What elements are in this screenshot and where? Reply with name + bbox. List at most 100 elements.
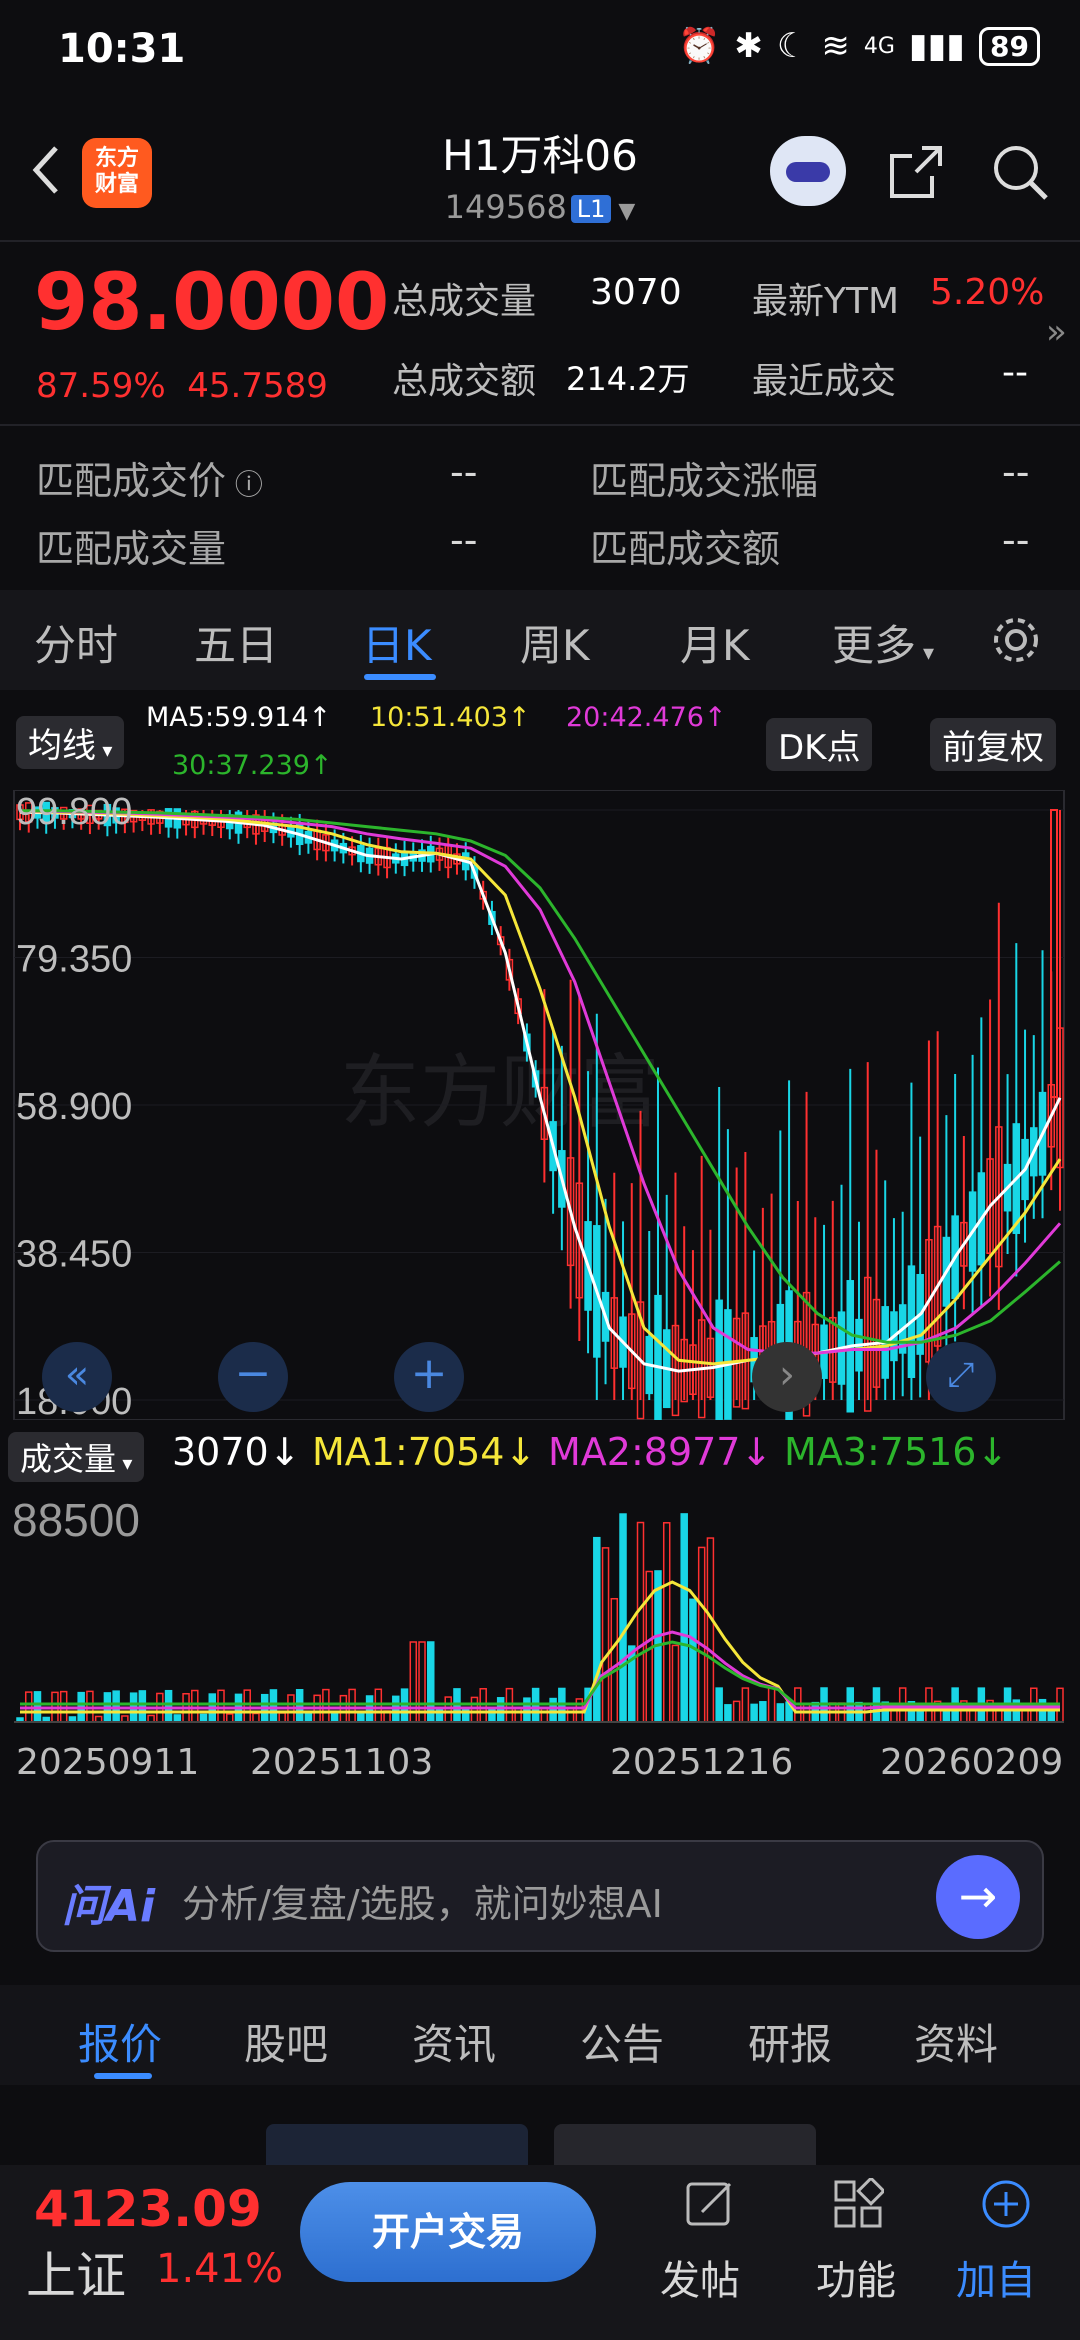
level-badge: L1 bbox=[570, 195, 612, 223]
volume-bar bbox=[496, 1697, 505, 1723]
candle-body bbox=[1050, 809, 1058, 1099]
tab-intraday[interactable]: 分时 bbox=[34, 612, 118, 673]
volume-bar bbox=[619, 1513, 627, 1723]
network-label: 4G bbox=[863, 33, 895, 59]
adjust-mode-button[interactable]: 前复权 bbox=[930, 718, 1056, 771]
last-price: 98.0000 bbox=[34, 258, 390, 348]
function-label[interactable]: 功能 bbox=[816, 2248, 896, 2306]
volume-bar bbox=[689, 1598, 697, 1723]
dropdown-arrow-icon: ▼ bbox=[611, 199, 636, 224]
post-label[interactable]: 发帖 bbox=[660, 2248, 740, 2306]
volume-bar bbox=[523, 1697, 531, 1723]
recent-trade-label: 最近成交 bbox=[752, 361, 897, 402]
ai-input-placeholder[interactable]: 分析/复盘/选股，就问妙想AI bbox=[182, 1873, 663, 1928]
help-icon: ⓘ bbox=[226, 468, 263, 501]
wifi-icon: ≋ bbox=[821, 26, 850, 66]
tab-weekly-k[interactable]: 周K bbox=[520, 612, 590, 673]
ai-robot-icon[interactable] bbox=[770, 136, 846, 206]
share-icon[interactable] bbox=[886, 142, 946, 202]
signal-icon: ▮▮▮ bbox=[908, 26, 966, 66]
post-edit-icon[interactable] bbox=[684, 2178, 736, 2230]
subtab-forum[interactable]: 股吧 bbox=[244, 2011, 328, 2072]
ma10-value: 10:51.403↑ bbox=[370, 702, 531, 733]
volume-bar bbox=[706, 1537, 715, 1723]
bond-code: 149568 bbox=[444, 188, 567, 226]
recent-trade-value: -- bbox=[1002, 352, 1028, 393]
match-amount-value: -- bbox=[1002, 518, 1030, 562]
volume-bar bbox=[278, 1712, 286, 1723]
volume-bar bbox=[374, 1688, 383, 1723]
total-volume-value: 3070 bbox=[590, 272, 682, 313]
volume-indicator-selector[interactable]: 成交量 ▾ bbox=[8, 1432, 145, 1482]
match-price-value: -- bbox=[450, 450, 478, 494]
sub-filter-button[interactable] bbox=[554, 2124, 816, 2165]
volume-bar bbox=[593, 1536, 601, 1723]
period-tabs: 分时 五日 日K 周K 月K 更多 ▾ bbox=[0, 590, 1080, 690]
y-tick-label: 58.900 bbox=[16, 1086, 132, 1128]
date-tick: 20251216 bbox=[610, 1742, 794, 1783]
kline-chart[interactable]: 东方财富 99.80079.35058.90038.45018.000 bbox=[0, 790, 1080, 1420]
subtab-profile[interactable]: 资料 bbox=[914, 2011, 998, 2072]
volume-bar bbox=[418, 1641, 426, 1723]
bluetooth-icon: ✱ bbox=[734, 26, 763, 66]
total-amount-label: 总成交额 bbox=[392, 361, 537, 402]
volume-bar bbox=[724, 1704, 732, 1723]
volume-bar bbox=[671, 1644, 680, 1723]
tab-five-day[interactable]: 五日 bbox=[194, 612, 278, 673]
dk-point-button[interactable]: DK点 bbox=[766, 718, 873, 771]
total-amount-value: 214.2万 bbox=[566, 360, 690, 398]
volume-bar bbox=[348, 1688, 356, 1723]
ai-brand-label: 问Ai bbox=[62, 1881, 156, 1932]
zoom-in-button[interactable]: + bbox=[394, 1342, 464, 1412]
candle-body bbox=[654, 1294, 662, 1420]
function-grid-icon[interactable] bbox=[832, 2178, 884, 2230]
index-name[interactable]: 上证 bbox=[26, 2236, 126, 2308]
fullscreen-icon[interactable]: ⤢ bbox=[926, 1342, 996, 1412]
volume-bar bbox=[164, 1689, 173, 1723]
ma-selector[interactable]: 均线 ▾ bbox=[16, 716, 125, 769]
volume-bar bbox=[610, 1597, 619, 1723]
scroll-right-button[interactable]: › bbox=[752, 1342, 822, 1412]
total-volume-label: 总成交量 bbox=[392, 281, 537, 322]
volume-ma1: MA1:7054↓ bbox=[312, 1430, 537, 1474]
volume-bar bbox=[252, 1712, 260, 1723]
subtab-research[interactable]: 研报 bbox=[748, 2011, 832, 2072]
tab-more[interactable]: 更多 ▾ bbox=[832, 612, 934, 673]
volume-bar bbox=[566, 1706, 575, 1723]
send-arrow-icon[interactable]: → bbox=[936, 1855, 1020, 1939]
volume-bar bbox=[409, 1641, 418, 1723]
zoom-out-button[interactable]: − bbox=[218, 1342, 288, 1412]
y-tick-label: 79.350 bbox=[16, 939, 132, 981]
volume-bar bbox=[400, 1688, 409, 1723]
volume-bar bbox=[732, 1700, 741, 1723]
settings-gear-icon[interactable] bbox=[988, 612, 1044, 668]
volume-bar bbox=[138, 1690, 147, 1723]
expand-chevron-icon[interactable]: » bbox=[1046, 312, 1067, 352]
add-watchlist-icon[interactable] bbox=[980, 2178, 1032, 2230]
latest-ytm-label: 最新YTM bbox=[752, 281, 900, 322]
tab-monthly-k[interactable]: 月K bbox=[680, 612, 750, 673]
volume-bar bbox=[715, 1687, 723, 1723]
index-value[interactable]: 4123.09 bbox=[34, 2180, 262, 2238]
sub-filter-button[interactable] bbox=[266, 2124, 528, 2165]
tab-daily-k[interactable]: 日K bbox=[362, 612, 432, 673]
watchlist-label[interactable]: 加自 bbox=[956, 2248, 1036, 2306]
volume-chart[interactable]: 88500 bbox=[0, 1482, 1080, 1732]
subtab-announcements[interactable]: 公告 bbox=[580, 2011, 664, 2072]
subtab-quote[interactable]: 报价 bbox=[78, 2011, 162, 2072]
open-account-trade-button[interactable]: 开户交易 bbox=[300, 2182, 596, 2282]
divider bbox=[0, 240, 1080, 242]
volume-bar bbox=[322, 1688, 330, 1723]
moon-icon: ☾ bbox=[776, 26, 808, 66]
y-tick-label: 38.450 bbox=[16, 1234, 132, 1276]
scroll-left-button[interactable]: « bbox=[42, 1342, 112, 1412]
volume-bar bbox=[243, 1689, 251, 1723]
volume-bar bbox=[304, 1711, 313, 1723]
volume-bar bbox=[601, 1547, 610, 1723]
volume-ma-line bbox=[20, 1630, 1060, 1710]
subtab-news[interactable]: 资讯 bbox=[412, 2011, 496, 2072]
volume-max-label: 88500 bbox=[12, 1494, 140, 1546]
date-tick: 20250911 bbox=[16, 1742, 200, 1783]
search-icon[interactable] bbox=[988, 140, 1052, 204]
ma30-value: 30:37.239↑ bbox=[172, 750, 333, 781]
